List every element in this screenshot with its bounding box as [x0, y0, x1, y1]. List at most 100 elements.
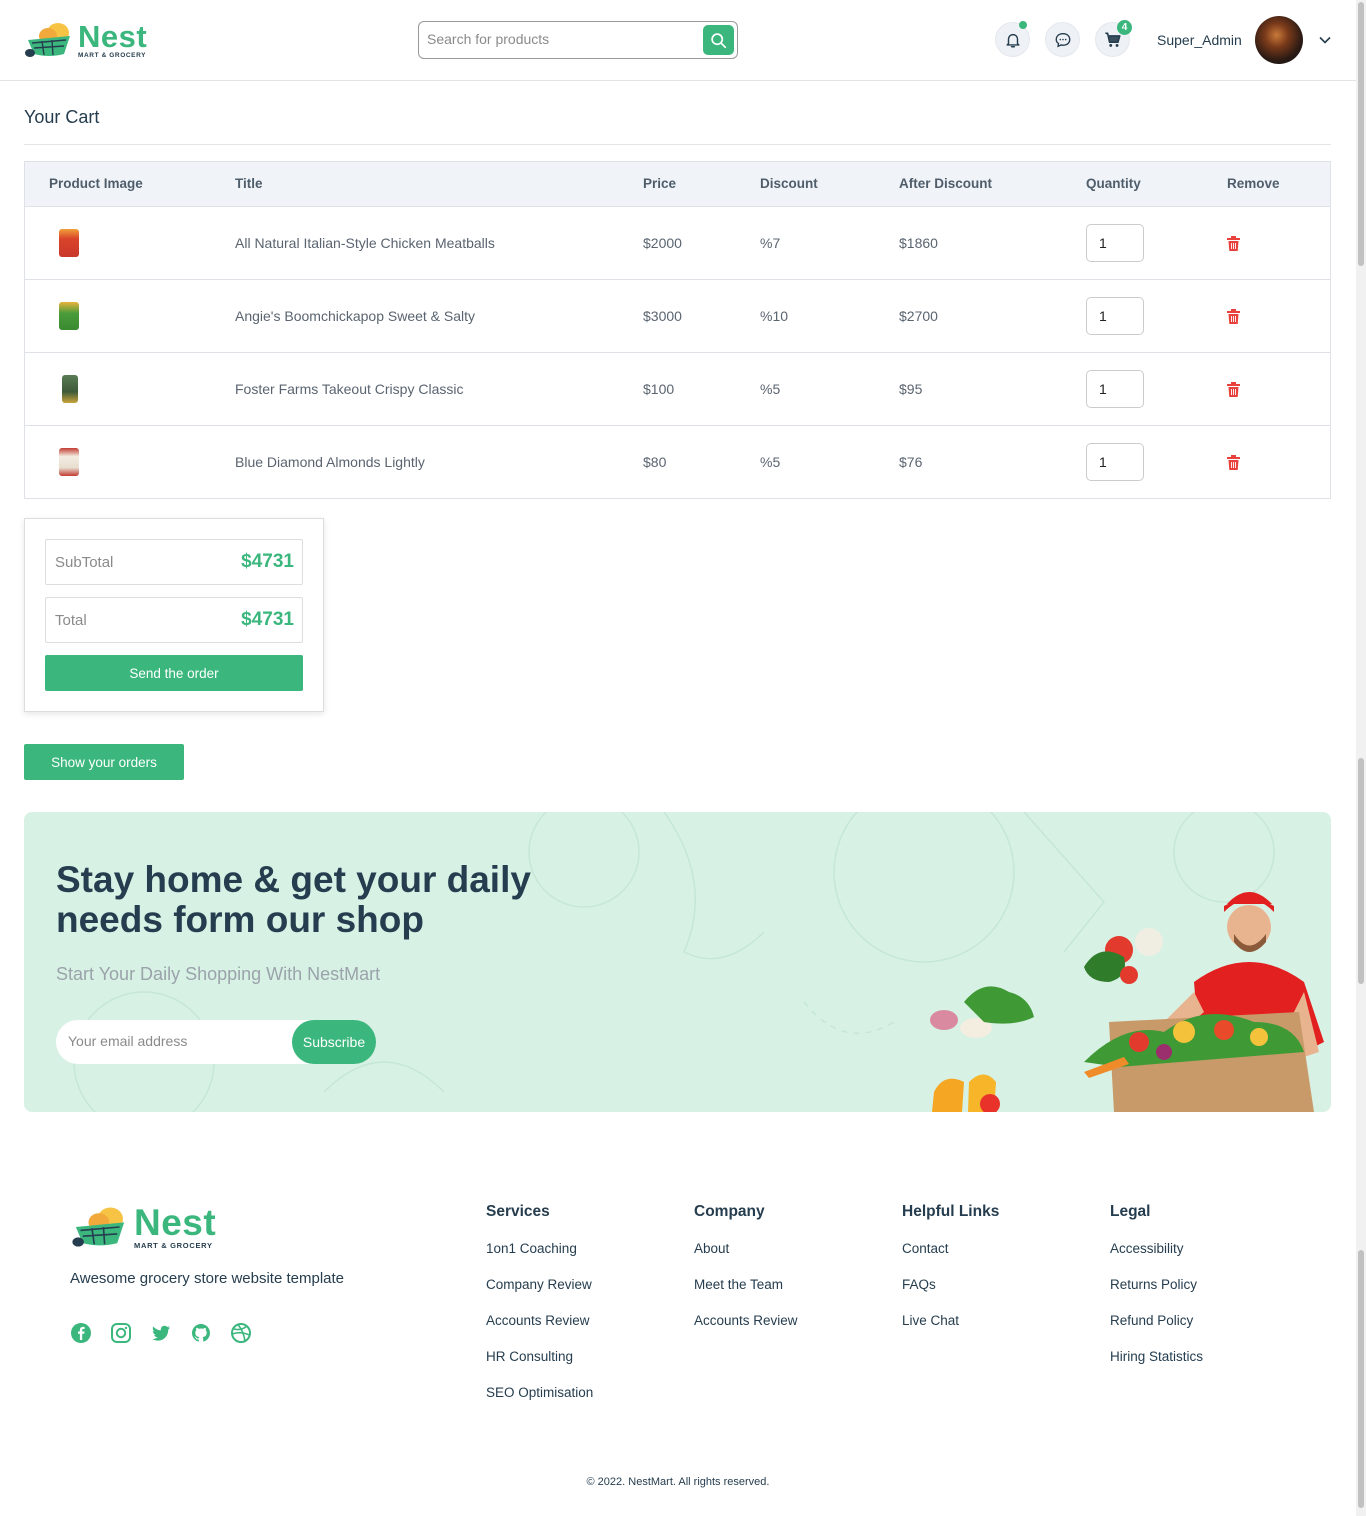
product-title[interactable]: Angie's Boomchickapop Sweet & Salty [235, 308, 475, 324]
product-image [59, 302, 79, 330]
product-image [59, 229, 79, 257]
newsletter-banner: Stay home & get your daily needs form ou… [24, 812, 1331, 1112]
search-input[interactable] [427, 31, 697, 47]
product-title[interactable]: Blue Diamond Almonds Lightly [235, 454, 425, 470]
page-scrollbar[interactable] [1356, 0, 1366, 1516]
footer-column-services: Services 1on1 Coaching Company Review Ac… [486, 1203, 593, 1421]
footer-link[interactable]: Accounts Review [694, 1313, 798, 1349]
search-bar [418, 21, 738, 59]
dribbble-icon[interactable] [230, 1322, 252, 1344]
trash-icon[interactable] [1227, 382, 1240, 397]
show-orders-button[interactable]: Show your orders [24, 744, 184, 780]
footer-link[interactable]: HR Consulting [486, 1349, 593, 1385]
top-header: Nest MART & GROCERY 4 Super_Admin [0, 0, 1356, 81]
instagram-icon[interactable] [110, 1322, 132, 1344]
footer-heading: Legal [1110, 1203, 1151, 1220]
quantity-input[interactable]: 1 [1086, 370, 1144, 408]
product-discount: %7 [760, 235, 781, 251]
footer-column-legal: Legal Accessibility Returns Policy Refun… [1110, 1203, 1203, 1385]
brand-subtitle: MART & GROCERY [78, 51, 147, 59]
product-discount: %5 [760, 454, 781, 470]
col-discount: Discount [760, 176, 818, 191]
subtotal-box: SubTotal $4731 [45, 539, 303, 585]
product-after-discount: $1860 [899, 235, 938, 251]
footer-link[interactable]: Live Chat [902, 1313, 999, 1349]
delivery-man-illustration [930, 892, 1324, 1112]
total-value: $4731 [241, 609, 294, 630]
notifications-button[interactable] [995, 21, 1030, 57]
scrollbar-thumb-bottom[interactable] [1358, 1250, 1364, 1508]
product-image [62, 375, 78, 403]
copyright: © 2022. NestMart. All rights reserved. [586, 1476, 770, 1488]
footer-link[interactable]: Accessibility [1110, 1241, 1203, 1277]
footer-link[interactable]: Refund Policy [1110, 1313, 1203, 1349]
table-row: All Natural Italian-Style Chicken Meatba… [25, 206, 1330, 279]
logo-basket-icon [70, 1204, 130, 1250]
footer-link[interactable]: Returns Policy [1110, 1277, 1203, 1313]
banner-subtitle: Start Your Daily Shopping With NestMart [56, 964, 381, 984]
subtotal-label: SubTotal [55, 554, 114, 571]
product-price: $100 [643, 381, 675, 397]
chevron-down-icon[interactable] [1318, 33, 1332, 47]
col-price: Price [643, 176, 677, 191]
col-after-discount: After Discount [899, 176, 993, 191]
brand-name: Nest [78, 18, 148, 54]
github-icon[interactable] [190, 1322, 212, 1344]
product-discount: %10 [760, 308, 789, 324]
username-label[interactable]: Super_Admin [1157, 32, 1242, 48]
footer-column-company: Company About Meet the Team Accounts Rev… [694, 1203, 798, 1349]
product-after-discount: $76 [899, 454, 923, 470]
col-title: Title [235, 176, 263, 191]
avatar[interactable] [1255, 16, 1303, 64]
quantity-input[interactable]: 1 [1086, 297, 1144, 335]
footer-brand-name: Nest [134, 1201, 217, 1243]
footer-link[interactable]: Meet the Team [694, 1277, 798, 1313]
bell-icon [1005, 33, 1020, 47]
twitter-icon[interactable] [150, 1322, 172, 1344]
product-discount: %5 [760, 381, 781, 397]
footer-link[interactable]: Accounts Review [486, 1313, 593, 1349]
trash-icon[interactable] [1227, 455, 1240, 470]
footer-link[interactable]: SEO Optimisation [486, 1385, 593, 1421]
cart-count-badge: 4 [1117, 20, 1132, 35]
footer-tagline: Awesome grocery store website template [70, 1270, 345, 1287]
cart-table: Product Image Title Price Discount After… [24, 161, 1331, 499]
footer-link[interactable]: Company Review [486, 1277, 593, 1313]
subscribe-button[interactable]: Subscribe [292, 1020, 376, 1064]
quantity-input[interactable]: 1 [1086, 443, 1144, 481]
footer-link[interactable]: About [694, 1241, 798, 1277]
table-row: Angie's Boomchickapop Sweet & Salty $300… [25, 279, 1330, 352]
product-title[interactable]: Foster Farms Takeout Crispy Classic [235, 381, 463, 397]
trash-icon[interactable] [1227, 309, 1240, 324]
facebook-icon[interactable] [70, 1322, 92, 1344]
table-row: Foster Farms Takeout Crispy Classic $100… [25, 352, 1330, 425]
brand-logo[interactable]: Nest MART & GROCERY [24, 20, 147, 60]
send-order-button[interactable]: Send the order [45, 655, 303, 691]
footer-link[interactable]: 1on1 Coaching [486, 1241, 593, 1277]
email-field[interactable] [68, 1033, 268, 1049]
col-product-image: Product Image [49, 176, 143, 191]
logo-basket-icon [24, 20, 74, 60]
cart-button[interactable]: 4 [1095, 20, 1132, 57]
footer-heading: Services [486, 1203, 550, 1220]
product-title[interactable]: All Natural Italian-Style Chicken Meatba… [235, 235, 495, 251]
scrollbar-thumb-top[interactable] [1358, 2, 1364, 266]
footer-column-helpful-links: Helpful Links Contact FAQs Live Chat [902, 1203, 999, 1349]
footer-link[interactable]: Contact [902, 1241, 999, 1277]
trash-icon[interactable] [1227, 236, 1240, 251]
notification-dot [1019, 21, 1027, 29]
footer-logo[interactable]: Nest MART & GROCERY [70, 1204, 216, 1250]
messages-button[interactable] [1045, 22, 1080, 57]
footer-link[interactable]: Hiring Statistics [1110, 1349, 1203, 1385]
quantity-input[interactable]: 1 [1086, 224, 1144, 262]
social-links [70, 1322, 252, 1344]
scrollbar-thumb-mid[interactable] [1358, 758, 1364, 984]
footer-heading: Company [694, 1203, 765, 1220]
product-price: $3000 [643, 308, 682, 324]
footer-link[interactable]: FAQs [902, 1277, 999, 1313]
product-after-discount: $2700 [899, 308, 938, 324]
order-summary: SubTotal $4731 Total $4731 Send the orde… [24, 518, 324, 712]
page-title: Your Cart [24, 107, 100, 127]
search-button[interactable] [703, 25, 734, 55]
subscribe-form: Subscribe [56, 1020, 376, 1064]
